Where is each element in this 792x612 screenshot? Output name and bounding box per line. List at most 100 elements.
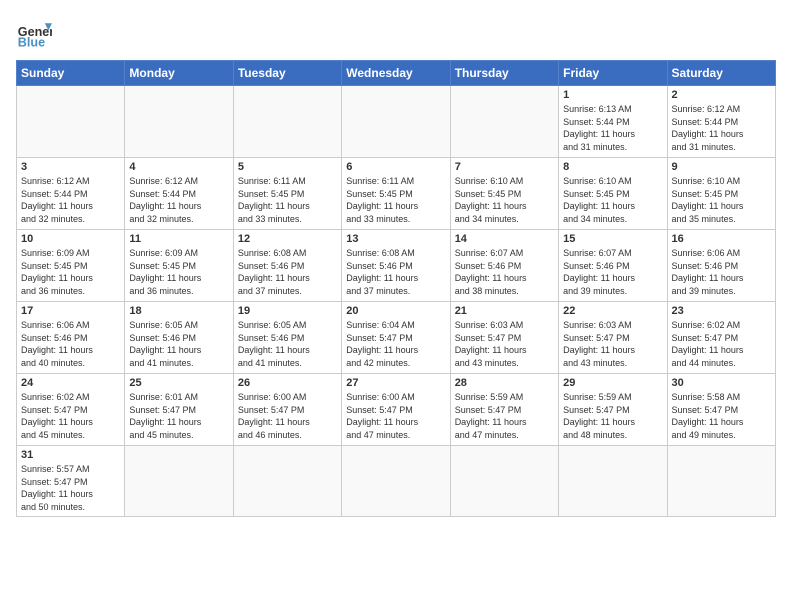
date-number: 22 [563, 305, 662, 317]
calendar-cell: 10Sunrise: 6:09 AMSunset: 5:45 PMDayligh… [17, 230, 125, 302]
date-number: 2 [672, 89, 771, 101]
calendar-cell: 7Sunrise: 6:10 AMSunset: 5:45 PMDaylight… [450, 158, 558, 230]
cell-info: Sunrise: 5:57 AMSunset: 5:47 PMDaylight:… [21, 463, 120, 513]
calendar-cell: 18 Sunrise: 6:05 AMSunset: 5:46 PMDayligh… [125, 302, 233, 374]
date-number: 16 [672, 233, 771, 245]
day-header-tuesday: Tuesday [233, 61, 341, 86]
calendar-cell [450, 446, 558, 517]
calendar-week-1: 1 Sunrise: 6:13 AMSunset: 5:44 PMDaylight… [17, 86, 776, 158]
cell-info: Sunrise: 6:11 AMSunset: 5:45 PMDaylight:… [238, 175, 337, 225]
cell-info: Sunrise: 6:08 AMSunset: 5:46 PMDaylight:… [346, 247, 445, 297]
calendar-cell [125, 86, 233, 158]
cell-info: Sunrise: 5:59 AMSunset: 5:47 PMDaylight:… [563, 391, 662, 441]
date-number: 24 [21, 377, 120, 389]
date-number: 6 [346, 161, 445, 173]
cell-info: Sunrise: 6:05 AMSunset: 5:46 PMDaylight:… [238, 319, 337, 369]
date-number: 13 [346, 233, 445, 245]
day-header-saturday: Saturday [667, 61, 775, 86]
day-header-friday: Friday [559, 61, 667, 86]
cell-info: Sunrise: 6:12 AMSunset: 5:44 PMDaylight:… [129, 175, 228, 225]
svg-text:Blue: Blue [18, 36, 45, 50]
date-number: 29 [563, 377, 662, 389]
calendar-cell: 11 Sunrise: 6:09 AMSunset: 5:45 PMDayligh… [125, 230, 233, 302]
date-number: 5 [238, 161, 337, 173]
cell-info: Sunrise: 6:13 AMSunset: 5:44 PMDaylight:… [563, 103, 662, 153]
calendar-cell: 9Sunrise: 6:10 AMSunset: 5:45 PMDaylight… [667, 158, 775, 230]
day-header-monday: Monday [125, 61, 233, 86]
cell-info: Sunrise: 6:03 AMSunset: 5:47 PMDaylight:… [563, 319, 662, 369]
date-number: 26 [238, 377, 337, 389]
cell-info: Sunrise: 6:02 AMSunset: 5:47 PMDaylight:… [21, 391, 120, 441]
day-header-row: SundayMondayTuesdayWednesdayThursdayFrid… [17, 61, 776, 86]
calendar-cell: 25 Sunrise: 6:01 AMSunset: 5:47 PMDayligh… [125, 374, 233, 446]
calendar-cell: 15 Sunrise: 6:07 AMSunset: 5:46 PMDayligh… [559, 230, 667, 302]
calendar-cell: 5 Sunrise: 6:11 AMSunset: 5:45 PMDaylight… [233, 158, 341, 230]
calendar-cell: 28Sunrise: 5:59 AMSunset: 5:47 PMDayligh… [450, 374, 558, 446]
calendar-cell: 22 Sunrise: 6:03 AMSunset: 5:47 PMDayligh… [559, 302, 667, 374]
date-number: 21 [455, 305, 554, 317]
calendar-cell: 24 Sunrise: 6:02 AMSunset: 5:47 PMDayligh… [17, 374, 125, 446]
date-number: 1 [563, 89, 662, 101]
date-number: 11 [129, 233, 228, 245]
cell-info: Sunrise: 6:05 AMSunset: 5:46 PMDaylight:… [129, 319, 228, 369]
calendar-cell [342, 446, 450, 517]
calendar-table: SundayMondayTuesdayWednesdayThursdayFrid… [16, 60, 776, 517]
cell-info: Sunrise: 6:10 AMSunset: 5:45 PMDaylight:… [455, 175, 554, 225]
cell-info: Sunrise: 6:01 AMSunset: 5:47 PMDaylight:… [129, 391, 228, 441]
date-number: 9 [672, 161, 771, 173]
calendar-cell: 31 Sunrise: 5:57 AMSunset: 5:47 PMDayligh… [17, 446, 125, 517]
calendar-cell [559, 446, 667, 517]
cell-info: Sunrise: 6:10 AMSunset: 5:45 PMDaylight:… [563, 175, 662, 225]
date-number: 19 [238, 305, 337, 317]
cell-info: Sunrise: 6:00 AMSunset: 5:47 PMDaylight:… [346, 391, 445, 441]
calendar-cell: 1 Sunrise: 6:13 AMSunset: 5:44 PMDaylight… [559, 86, 667, 158]
calendar-week-6: 31 Sunrise: 5:57 AMSunset: 5:47 PMDayligh… [17, 446, 776, 517]
date-number: 18 [129, 305, 228, 317]
date-number: 14 [455, 233, 554, 245]
date-number: 17 [21, 305, 120, 317]
date-number: 27 [346, 377, 445, 389]
calendar-cell [342, 86, 450, 158]
calendar-cell [125, 446, 233, 517]
cell-info: Sunrise: 6:04 AMSunset: 5:47 PMDaylight:… [346, 319, 445, 369]
calendar-cell [17, 86, 125, 158]
cell-info: Sunrise: 6:12 AMSunset: 5:44 PMDaylight:… [21, 175, 120, 225]
logo: General Blue [16, 16, 52, 52]
calendar-cell: 30Sunrise: 5:58 AMSunset: 5:47 PMDayligh… [667, 374, 775, 446]
calendar-cell: 17 Sunrise: 6:06 AMSunset: 5:46 PMDayligh… [17, 302, 125, 374]
calendar-cell [233, 446, 341, 517]
calendar-cell: 2Sunrise: 6:12 AMSunset: 5:44 PMDaylight… [667, 86, 775, 158]
date-number: 12 [238, 233, 337, 245]
page-container: General Blue SundayMondayTuesdayWednesda… [16, 16, 776, 517]
cell-info: Sunrise: 6:02 AMSunset: 5:47 PMDaylight:… [672, 319, 771, 369]
date-number: 3 [21, 161, 120, 173]
date-number: 31 [21, 449, 120, 461]
calendar-cell [233, 86, 341, 158]
date-number: 23 [672, 305, 771, 317]
calendar-cell [450, 86, 558, 158]
calendar-cell: 20Sunrise: 6:04 AMSunset: 5:47 PMDayligh… [342, 302, 450, 374]
calendar-cell: 4Sunrise: 6:12 AMSunset: 5:44 PMDaylight… [125, 158, 233, 230]
cell-info: Sunrise: 6:06 AMSunset: 5:46 PMDaylight:… [21, 319, 120, 369]
calendar-cell: 3 Sunrise: 6:12 AMSunset: 5:44 PMDaylight… [17, 158, 125, 230]
calendar-cell: 29 Sunrise: 5:59 AMSunset: 5:47 PMDayligh… [559, 374, 667, 446]
calendar-week-3: 10Sunrise: 6:09 AMSunset: 5:45 PMDayligh… [17, 230, 776, 302]
day-header-sunday: Sunday [17, 61, 125, 86]
cell-info: Sunrise: 6:06 AMSunset: 5:46 PMDaylight:… [672, 247, 771, 297]
calendar-cell: 8Sunrise: 6:10 AMSunset: 5:45 PMDaylight… [559, 158, 667, 230]
cell-info: Sunrise: 6:11 AMSunset: 5:45 PMDaylight:… [346, 175, 445, 225]
logo-icon: General Blue [16, 16, 52, 52]
calendar-cell: 16 Sunrise: 6:06 AMSunset: 5:46 PMDayligh… [667, 230, 775, 302]
cell-info: Sunrise: 6:09 AMSunset: 5:45 PMDaylight:… [129, 247, 228, 297]
calendar-cell: 12Sunrise: 6:08 AMSunset: 5:46 PMDayligh… [233, 230, 341, 302]
cell-info: Sunrise: 6:07 AMSunset: 5:46 PMDaylight:… [563, 247, 662, 297]
header: General Blue [16, 16, 776, 52]
calendar-week-5: 24 Sunrise: 6:02 AMSunset: 5:47 PMDayligh… [17, 374, 776, 446]
calendar-cell: 19 Sunrise: 6:05 AMSunset: 5:46 PMDayligh… [233, 302, 341, 374]
day-header-thursday: Thursday [450, 61, 558, 86]
calendar-cell: 6 Sunrise: 6:11 AMSunset: 5:45 PMDaylight… [342, 158, 450, 230]
cell-info: Sunrise: 6:07 AMSunset: 5:46 PMDaylight:… [455, 247, 554, 297]
date-number: 15 [563, 233, 662, 245]
calendar-cell [667, 446, 775, 517]
date-number: 25 [129, 377, 228, 389]
